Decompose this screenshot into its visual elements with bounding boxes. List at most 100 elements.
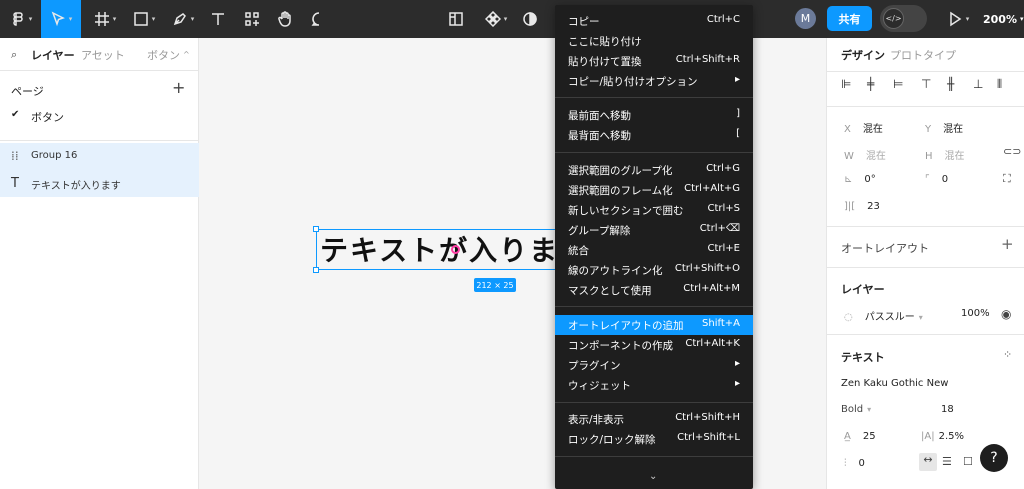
x-value: 混在 xyxy=(862,124,883,135)
paragraph-spacing-field[interactable]: ⫶ 0 xyxy=(844,458,865,469)
add-page-icon[interactable]: + xyxy=(172,78,185,97)
font-size-field[interactable]: 18 xyxy=(941,404,954,415)
dev-mode-toggle[interactable]: </> xyxy=(880,5,927,32)
paragraph-spacing-icon: ⫶ xyxy=(844,458,847,469)
menu-item-plugins[interactable]: プラグイン ▸ xyxy=(555,355,753,375)
menu-item-create-component[interactable]: コンポーネントの作成 Ctrl+Alt+K xyxy=(555,335,753,355)
menu-item-show-hide[interactable]: 表示/非表示 Ctrl+Shift+H xyxy=(555,409,753,429)
width-field[interactable]: W 混在 xyxy=(844,147,886,162)
font-family-select[interactable]: Zen Kaku Gothic New xyxy=(841,378,948,389)
search-icon[interactable]: ⌕ xyxy=(11,48,17,62)
line-height-value: 25 xyxy=(862,431,876,442)
fixed-size-icon[interactable]: ☐ xyxy=(963,455,973,468)
y-field[interactable]: Y 混在 xyxy=(925,120,963,135)
line-height-field[interactable]: A̲ 25 xyxy=(844,431,876,442)
layer-row[interactable]: T テキストが入ります xyxy=(0,170,199,197)
align-left-icon[interactable]: ⊫ xyxy=(841,77,851,91)
align-right-icon[interactable]: ⊨ xyxy=(893,77,903,91)
align-vertical-center-icon[interactable]: ╫ xyxy=(947,77,954,91)
menu-item-label: ロック/ロック解除 xyxy=(568,434,656,446)
shape-tool-button[interactable]: ▾ xyxy=(127,0,161,38)
menu-item-copy[interactable]: コピー Ctrl+C xyxy=(555,11,753,31)
menu-item-label: プラグイン xyxy=(568,360,621,372)
layer-row[interactable]: ⁞⁞ Group 16 xyxy=(0,143,199,170)
menu-item-flatten[interactable]: 統合 Ctrl+E xyxy=(555,240,753,260)
corner-radius-field[interactable]: ⌜ 0 xyxy=(925,174,948,185)
spacing-icon: ]|[ xyxy=(844,201,856,212)
constrain-proportions-icon[interactable]: ⊂⊃ xyxy=(1003,145,1021,158)
component-tool-button[interactable]: ▾ xyxy=(478,0,514,38)
page-item-label: ボタン xyxy=(31,111,64,124)
pen-tool-button[interactable]: ▾ xyxy=(166,0,200,38)
menu-item-wrap-in-section[interactable]: 新しいセクションで囲む Ctrl+S xyxy=(555,200,753,220)
share-button[interactable]: 共有 xyxy=(827,6,872,31)
menu-item-shortcut: Ctrl+Shift+H xyxy=(675,412,740,423)
hand-tool-button[interactable] xyxy=(273,0,297,38)
resize-handle[interactable] xyxy=(313,267,319,273)
h-value: 混在 xyxy=(944,151,965,162)
font-weight-select[interactable]: Bold ▾ xyxy=(841,404,871,415)
rotation-value: 0° xyxy=(864,174,876,185)
main-menu-button[interactable]: ▾ xyxy=(4,0,38,38)
resources-tool-button[interactable] xyxy=(240,0,264,38)
frame-tool-button[interactable]: ▾ xyxy=(88,0,122,38)
comment-tool-button[interactable] xyxy=(307,0,331,38)
chevron-down-icon: ▾ xyxy=(190,15,195,23)
frame-layout-button[interactable] xyxy=(444,0,468,38)
letter-spacing-field[interactable]: |A| 2.5% xyxy=(921,431,964,442)
text-styles-grid-icon[interactable]: ⁘ xyxy=(1003,348,1012,361)
menu-item-bring-to-front[interactable]: 最前面へ移動] xyxy=(555,105,753,125)
menu-item-group-selection[interactable]: 選択範囲のグループ化 Ctrl+G xyxy=(555,160,753,180)
blend-mode-select[interactable]: ◌ パススルー ▾ xyxy=(844,308,923,323)
menu-item-paste-here[interactable]: ここに貼り付け xyxy=(555,31,753,51)
rotation-field[interactable]: ⊾ 0° xyxy=(844,174,876,185)
text-tool-button[interactable] xyxy=(206,0,230,38)
menu-item-lock-unlock[interactable]: ロック/ロック解除 Ctrl+Shift+L xyxy=(555,429,753,449)
present-button[interactable]: ▾ xyxy=(941,0,975,38)
menu-item-frame-selection[interactable]: 選択範囲のフレーム化 Ctrl+Alt+G xyxy=(555,180,753,200)
menu-item-ungroup[interactable]: グループ解除 Ctrl+⌫ xyxy=(555,220,753,240)
auto-width-icon[interactable]: ↔ xyxy=(919,453,937,471)
menu-item-outline-stroke[interactable]: 線のアウトライン化 Ctrl+Shift+O xyxy=(555,260,753,280)
chevron-down-icon: ▾ xyxy=(918,313,923,322)
help-button[interactable]: ? xyxy=(980,444,1008,472)
distribute-icon[interactable]: ⫴ xyxy=(997,77,1002,92)
menu-item-copy-paste-options[interactable]: コピー/貼り付けオプション ▸ xyxy=(555,71,753,91)
tab-assets[interactable]: アセット xyxy=(81,38,125,71)
align-horizontal-center-icon[interactable]: ╪ xyxy=(867,77,874,91)
tab-prototype[interactable]: プロトタイプ xyxy=(890,47,956,63)
zoom-level[interactable]: 200% ▾ xyxy=(983,0,1024,38)
eye-icon[interactable]: ◉ xyxy=(1001,307,1011,321)
menu-item-shortcut: Ctrl+Alt+M xyxy=(683,283,740,294)
contrast-button[interactable] xyxy=(518,0,542,38)
auto-height-icon[interactable]: ☰ xyxy=(942,455,952,468)
independent-corners-icon[interactable]: ⛶ xyxy=(1003,172,1011,186)
menu-item-send-to-back[interactable]: 最背面へ移動 [ xyxy=(555,125,753,145)
group-icon: ⁞⁞ xyxy=(11,149,19,163)
spacing-field[interactable]: ]|[23 xyxy=(844,201,880,212)
tab-current-page[interactable]: ボタン ^ xyxy=(147,38,190,71)
height-field[interactable]: H 混在 xyxy=(925,147,965,162)
current-page-label: ボタン xyxy=(147,48,180,62)
page-item[interactable]: ✔ ボタン xyxy=(0,104,199,128)
x-label: X xyxy=(844,124,851,135)
menu-scroll-more[interactable]: ⌄ xyxy=(555,465,753,489)
menu-item-add-auto-layout[interactable]: オートレイアウトの追加 Shift+A xyxy=(555,315,753,335)
menu-item-paste-replace[interactable]: 貼り付けて置換 Ctrl+Shift+R xyxy=(555,51,753,71)
x-field[interactable]: X 混在 xyxy=(844,120,883,135)
menu-item-widgets[interactable]: ウィジェット ▸ xyxy=(555,375,753,395)
resources-grid-icon xyxy=(245,12,259,26)
resize-handle[interactable] xyxy=(313,226,319,232)
avatar[interactable]: M xyxy=(795,8,816,29)
menu-item-label: 新しいセクションで囲む xyxy=(568,205,684,217)
align-bottom-icon[interactable]: ⊥ xyxy=(973,77,983,91)
move-tool-button[interactable]: ▾ xyxy=(41,0,81,38)
tab-design[interactable]: デザイン xyxy=(841,47,885,63)
menu-item-label: コピー xyxy=(568,16,600,28)
tab-layers[interactable]: レイヤー xyxy=(31,38,75,71)
menu-item-use-as-mask[interactable]: マスクとして使用 Ctrl+Alt+M xyxy=(555,280,753,300)
opacity-field[interactable]: 100% xyxy=(961,308,990,319)
align-top-icon[interactable]: ⊤ xyxy=(921,77,931,91)
add-auto-layout-icon[interactable]: + xyxy=(1001,235,1014,253)
menu-item-label: 最背面へ移動 xyxy=(568,130,631,142)
